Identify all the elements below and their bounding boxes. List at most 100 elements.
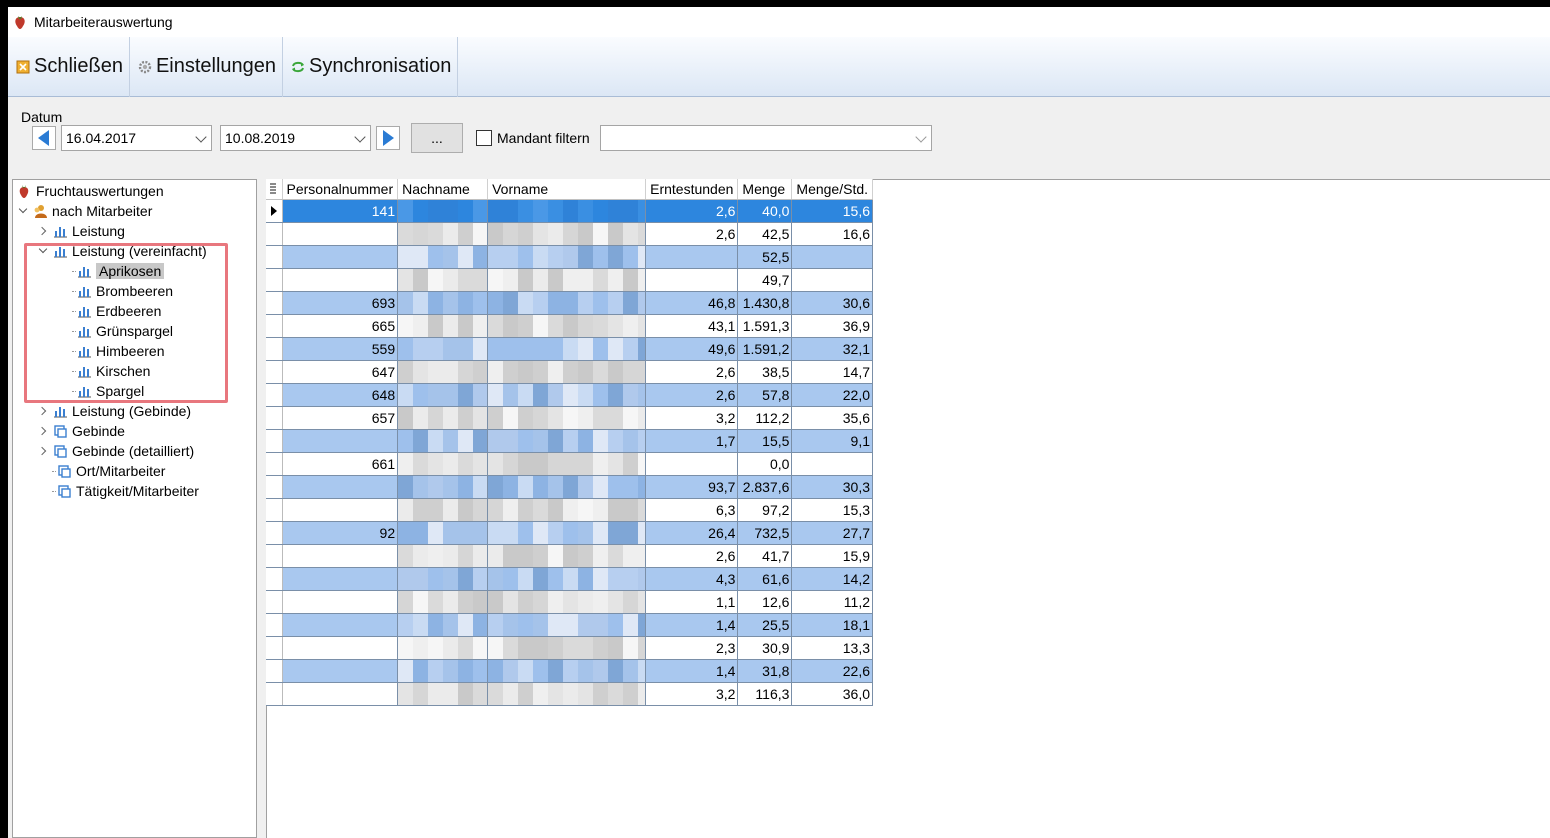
expand-toggle-icon[interactable] [38, 226, 48, 236]
cell-personalnummer[interactable] [282, 544, 399, 568]
cell-nachname-redacted[interactable] [397, 452, 489, 476]
cell-personalnummer[interactable] [282, 268, 399, 292]
tree-node-leistung-vereinfacht[interactable]: Leistung (vereinfacht) [38, 241, 207, 261]
chevron-down-icon[interactable] [195, 131, 207, 143]
cell-menge-std[interactable]: 36,0 [791, 682, 874, 706]
row-indicator[interactable] [266, 429, 283, 453]
cell-erntestunden[interactable] [645, 245, 739, 269]
row-indicator[interactable] [266, 452, 283, 476]
cell-personalnummer[interactable]: 661 [282, 452, 399, 476]
tree-leaf-ort-mitarbeiter[interactable]: Ort/Mitarbeiter [52, 461, 165, 481]
table-row[interactable]: 92 26,4 732,5 27,7 [266, 521, 874, 545]
cell-menge[interactable]: 1.591,2 [737, 337, 793, 361]
cell-erntestunden[interactable]: 26,4 [645, 521, 739, 545]
row-indicator[interactable] [266, 590, 283, 614]
cell-nachname-redacted[interactable] [397, 222, 489, 246]
cell-nachname-redacted[interactable] [397, 199, 489, 223]
table-row[interactable]: 1,4 31,8 22,6 [266, 659, 874, 683]
cell-menge[interactable]: 31,8 [737, 659, 793, 683]
mandant-combo[interactable] [600, 125, 932, 151]
cell-nachname-redacted[interactable] [397, 544, 489, 568]
tree-root[interactable]: Fruchtauswertungen [16, 181, 164, 201]
cell-erntestunden[interactable]: 3,2 [645, 406, 739, 430]
cell-erntestunden[interactable]: 2,3 [645, 636, 739, 660]
cell-nachname-redacted[interactable] [397, 337, 489, 361]
settings-button[interactable]: Einstellungen [130, 36, 284, 97]
row-indicator[interactable] [266, 245, 283, 269]
cell-menge-std[interactable]: 30,3 [791, 475, 874, 499]
table-row[interactable]: 647 2,6 38,5 14,7 [266, 360, 874, 384]
cell-nachname-redacted[interactable] [397, 613, 489, 637]
row-indicator[interactable] [266, 613, 283, 637]
tree-leaf-brombeeren[interactable]: Brombeeren [72, 281, 173, 301]
row-indicator[interactable] [266, 636, 283, 660]
row-indicator[interactable] [266, 544, 283, 568]
cell-personalnummer[interactable] [282, 590, 399, 614]
cell-erntestunden[interactable]: 1,4 [645, 659, 739, 683]
cell-erntestunden[interactable] [645, 452, 739, 476]
cell-menge-std[interactable]: 14,2 [791, 567, 874, 591]
cell-menge-std[interactable]: 15,6 [791, 199, 874, 223]
cell-personalnummer[interactable]: 693 [282, 291, 399, 315]
row-indicator[interactable] [266, 659, 283, 683]
table-row[interactable]: 2,3 30,9 13,3 [266, 636, 874, 660]
tree-node-gebinde-detailliert[interactable]: Gebinde (detailliert) [38, 441, 194, 461]
cell-menge-std[interactable] [791, 268, 874, 292]
cell-menge-std[interactable]: 22,6 [791, 659, 874, 683]
table-row[interactable]: 661 0,0 [266, 452, 874, 476]
cell-menge[interactable]: 12,6 [737, 590, 793, 614]
table-row[interactable]: 141 2,6 40,0 15,6 [266, 199, 874, 223]
tree-node-nach-mitarbeiter[interactable]: nach Mitarbeiter [18, 201, 152, 221]
cell-erntestunden[interactable]: 2,6 [645, 544, 739, 568]
row-indicator[interactable] [266, 360, 283, 384]
cell-nachname-redacted[interactable] [397, 521, 489, 545]
cell-nachname-redacted[interactable] [397, 314, 489, 338]
table-row[interactable]: 1,1 12,6 11,2 [266, 590, 874, 614]
cell-vorname-redacted[interactable] [487, 544, 647, 568]
cell-nachname-redacted[interactable] [397, 567, 489, 591]
row-indicator[interactable] [266, 268, 283, 292]
cell-menge[interactable]: 116,3 [737, 682, 793, 706]
cell-personalnummer[interactable] [282, 475, 399, 499]
cell-vorname-redacted[interactable] [487, 521, 647, 545]
column-chooser-icon[interactable] [266, 179, 283, 200]
row-indicator[interactable] [266, 567, 283, 591]
col-header-vorname[interactable]: Vorname [487, 179, 647, 200]
table-row[interactable]: 657 3,2 112,2 35,6 [266, 406, 874, 430]
cell-menge-std[interactable]: 22,0 [791, 383, 874, 407]
cell-vorname-redacted[interactable] [487, 291, 647, 315]
cell-nachname-redacted[interactable] [397, 360, 489, 384]
tree-node-gebinde[interactable]: Gebinde [38, 421, 125, 441]
cell-menge-std[interactable]: 30,6 [791, 291, 874, 315]
cell-vorname-redacted[interactable] [487, 682, 647, 706]
expand-toggle-icon[interactable] [38, 406, 48, 416]
col-header-menge[interactable]: Menge [737, 179, 793, 200]
cell-personalnummer[interactable] [282, 636, 399, 660]
cell-menge[interactable]: 61,6 [737, 567, 793, 591]
cell-vorname-redacted[interactable] [487, 222, 647, 246]
cell-vorname-redacted[interactable] [487, 268, 647, 292]
cell-menge-std[interactable]: 11,2 [791, 590, 874, 614]
cell-vorname-redacted[interactable] [487, 636, 647, 660]
tree-leaf-himbeeren[interactable]: Himbeeren [72, 341, 164, 361]
table-row[interactable]: 693 46,8 1.430,8 30,6 [266, 291, 874, 315]
tree-leaf-aprikosen[interactable]: Aprikosen [72, 261, 165, 281]
cell-nachname-redacted[interactable] [397, 682, 489, 706]
cell-personalnummer[interactable]: 647 [282, 360, 399, 384]
cell-menge[interactable]: 2.837,6 [737, 475, 793, 499]
cell-menge[interactable]: 97,2 [737, 498, 793, 522]
row-indicator[interactable] [266, 291, 283, 315]
cell-menge-std[interactable]: 15,9 [791, 544, 874, 568]
col-header-menge-std[interactable]: Menge/Std. [791, 179, 874, 200]
cell-menge[interactable]: 40,0 [737, 199, 793, 223]
cell-menge-std[interactable]: 9,1 [791, 429, 874, 453]
cell-personalnummer[interactable] [282, 498, 399, 522]
cell-personalnummer[interactable]: 665 [282, 314, 399, 338]
cell-vorname-redacted[interactable] [487, 314, 647, 338]
cell-menge-std[interactable]: 13,3 [791, 636, 874, 660]
row-indicator[interactable] [266, 337, 283, 361]
cell-erntestunden[interactable]: 43,1 [645, 314, 739, 338]
cell-erntestunden[interactable]: 6,3 [645, 498, 739, 522]
cell-menge-std[interactable]: 14,7 [791, 360, 874, 384]
cell-nachname-redacted[interactable] [397, 383, 489, 407]
